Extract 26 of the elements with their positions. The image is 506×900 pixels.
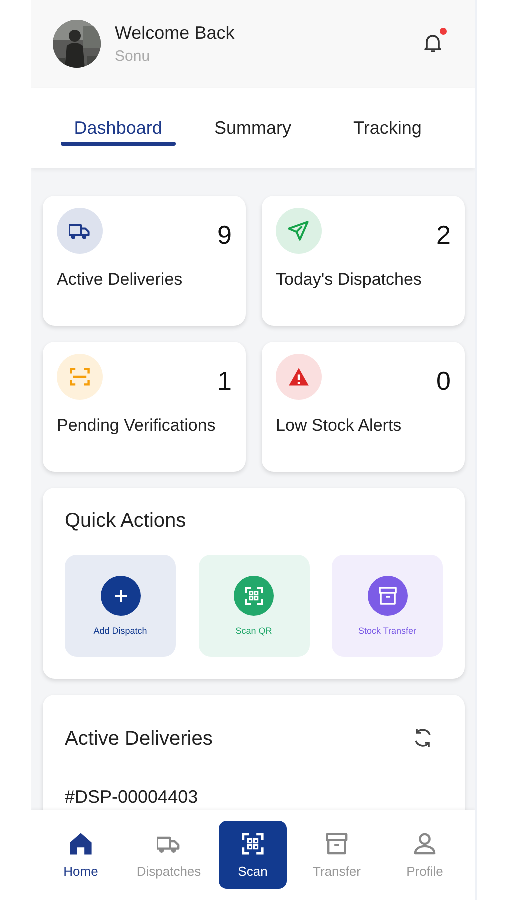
quick-action-button[interactable]: Stock Transfer bbox=[332, 555, 443, 657]
stat-value: 1 bbox=[218, 366, 232, 397]
tab[interactable]: Tracking bbox=[320, 88, 456, 168]
stat-value: 0 bbox=[436, 366, 451, 397]
stat-value: 2 bbox=[436, 220, 451, 251]
tab[interactable]: Dashboard bbox=[51, 88, 186, 168]
archive-box-icon bbox=[378, 586, 398, 606]
archive-box-icon bbox=[325, 832, 349, 856]
section-title: Quick Actions bbox=[65, 510, 188, 533]
stat-label: Low Stock Alerts bbox=[276, 416, 403, 436]
qr-scan-icon bbox=[244, 586, 264, 606]
home-icon bbox=[69, 832, 93, 856]
stat-label: Today's Dispatches bbox=[276, 270, 423, 290]
stat-label: Pending Verifications bbox=[57, 416, 217, 436]
section-title: Active Deliveries bbox=[65, 728, 213, 750]
welcome-title: Welcome Back bbox=[115, 23, 236, 44]
user-icon bbox=[413, 832, 437, 856]
stat-label: Active Deliveries bbox=[57, 270, 184, 290]
nav-tab[interactable]: Scan bbox=[219, 821, 287, 889]
tab[interactable]: Summary bbox=[186, 88, 320, 168]
stat-value: 9 bbox=[218, 220, 232, 251]
quick-action-button[interactable]: Add Dispatch bbox=[65, 555, 176, 657]
nav-tab[interactable]: Home bbox=[37, 821, 125, 889]
delivery-id: #DSP-00004403 bbox=[65, 787, 200, 808]
user-name: Sonu bbox=[115, 48, 152, 65]
qr-scan-icon bbox=[241, 832, 265, 856]
